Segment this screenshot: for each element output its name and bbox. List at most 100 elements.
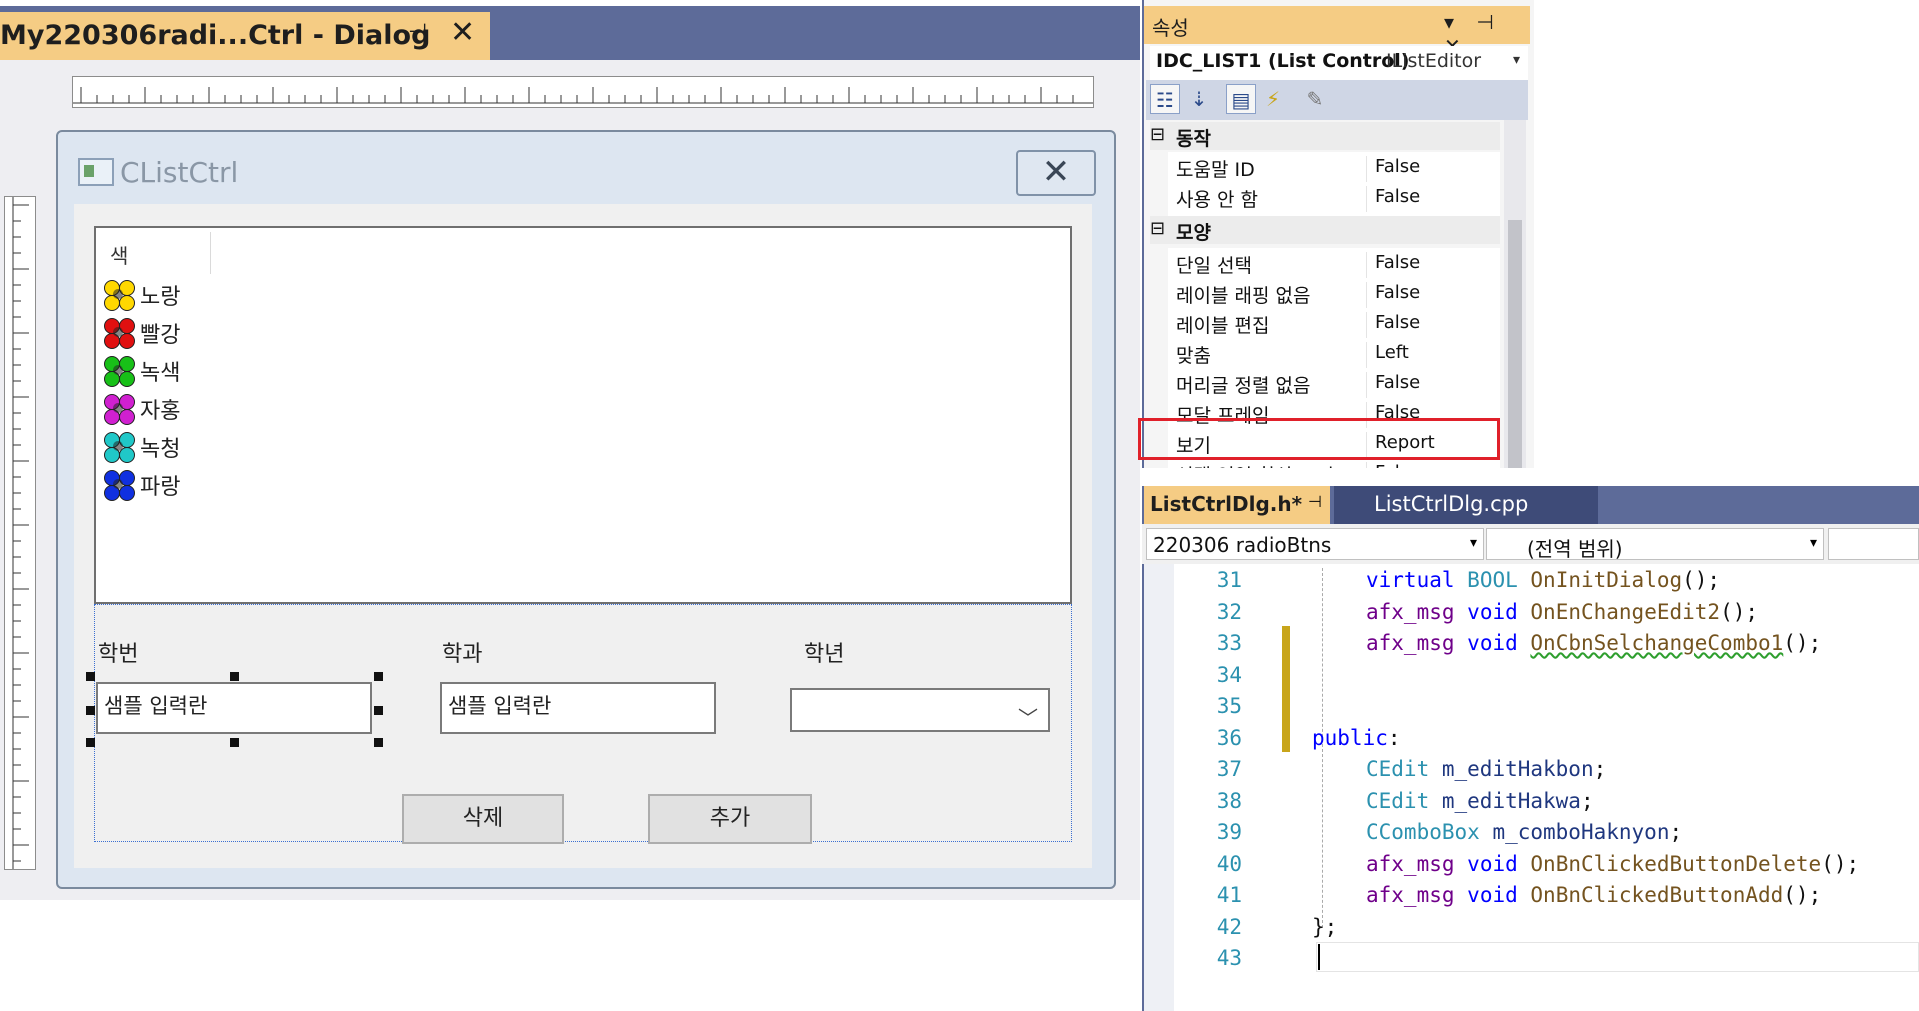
property-category[interactable]: ⊟ 동작 [1150, 122, 1500, 150]
code-line[interactable]: 35 [1176, 692, 1919, 723]
code-line[interactable]: 36 public: [1176, 724, 1919, 755]
chevron-down-icon[interactable]: ﹀ [1018, 702, 1038, 731]
property-row[interactable]: 머리글 정렬 없음 False [1168, 368, 1500, 399]
property-name: 레이블 편집 [1176, 315, 1270, 337]
property-row[interactable]: 맞춤 Left [1168, 338, 1500, 369]
line-number: 31 [1216, 568, 1242, 592]
property-name: 도움말 ID [1176, 159, 1255, 181]
chevron-down-icon[interactable]: ▾ [1513, 52, 1520, 68]
object-type: IListEditor [1386, 50, 1482, 72]
resize-handle[interactable] [374, 738, 383, 747]
property-category-name: 모양 [1176, 222, 1211, 244]
code-line[interactable]: 42}; [1176, 913, 1919, 944]
code-line[interactable]: 31 virtual BOOL OnInitDialog(); [1176, 566, 1919, 597]
designer-document-tab[interactable]: My220306radi...Ctrl - Dialog ⊣ ✕ [0, 12, 490, 60]
property-row[interactable]: 단일 선택 False [1168, 248, 1500, 279]
property-row[interactable]: 레이블 래핑 없음 False [1168, 278, 1500, 309]
line-number: 43 [1216, 946, 1242, 970]
department-edit[interactable]: 샘플 입력란 [440, 682, 716, 734]
properties-title: 속성 [1152, 16, 1189, 40]
property-value[interactable]: False [1366, 156, 1420, 182]
department-label: 학과 [442, 642, 483, 667]
flower-icon [104, 470, 135, 501]
property-value[interactable]: False [1366, 312, 1420, 338]
tab-listctrldlg-cpp[interactable]: ListCtrlDlg.cpp [1334, 486, 1598, 524]
property-row[interactable]: 레이블 편집 False [1168, 308, 1500, 339]
member-dropdown[interactable] [1828, 528, 1919, 560]
code-text: afx_msg void OnBnClickedButtonDelete(); [1366, 851, 1860, 876]
resize-handle[interactable] [86, 706, 95, 715]
line-number: 41 [1216, 883, 1242, 907]
resize-handle[interactable] [374, 706, 383, 715]
scrollbar-thumb[interactable] [1508, 220, 1522, 468]
collapse-icon[interactable]: ⊟ [1150, 124, 1165, 145]
property-value[interactable]: False [1366, 372, 1420, 398]
project-dropdown-value: 220306 radioBtns [1153, 533, 1332, 557]
pin-icon[interactable]: ⊣ [408, 20, 427, 45]
code-line[interactable]: 33 afx_msg void OnCbnSelchangeCombo1(); [1176, 629, 1919, 660]
grade-combobox[interactable]: ﹀ [790, 688, 1050, 732]
resize-handle[interactable] [230, 738, 239, 747]
code-line[interactable]: 39 CComboBox m_comboHaknyon; [1176, 818, 1919, 849]
property-name: 레이블 래핑 없음 [1176, 285, 1311, 307]
line-number: 42 [1216, 914, 1242, 939]
property-row[interactable]: 도움말 ID False [1168, 152, 1500, 183]
tab-label: ListCtrlDlg.cpp [1374, 492, 1529, 516]
pin-icon[interactable]: ⊣ [1308, 492, 1322, 511]
property-value[interactable]: False [1366, 252, 1420, 278]
property-row[interactable]: 사용 안 함 False [1168, 182, 1500, 213]
tab-listctrldlg-h[interactable]: ListCtrlDlg.h* ⊣ ✕ [1144, 486, 1360, 524]
code-line[interactable]: 40 afx_msg void OnBnClickedButtonDelete()… [1176, 850, 1919, 881]
property-value[interactable]: False [1366, 462, 1420, 468]
resize-handle[interactable] [86, 672, 95, 681]
scope-dropdown[interactable]: (전역 범위) ▾ [1486, 528, 1824, 561]
property-category-name: 동작 [1176, 128, 1211, 150]
property-category[interactable]: ⊟ 모양 [1150, 216, 1500, 244]
object-selector[interactable]: IDC_LIST1 (List Control) IListEditor ▾ [1150, 46, 1528, 80]
line-number: 35 [1216, 694, 1242, 718]
property-value[interactable]: Left [1366, 342, 1409, 368]
property-name: 사용 안 함 [1176, 189, 1258, 211]
code-line[interactable]: 32 afx_msg void OnEnChangeEdit2(); [1176, 598, 1919, 629]
code-text: }; [1312, 914, 1338, 939]
property-name: 선택 영역 항상 표시 [1176, 461, 1334, 468]
alphabetical-icon[interactable]: ⇣ [1184, 84, 1214, 114]
line-number: 36 [1216, 725, 1242, 750]
code-line[interactable]: 34 [1176, 661, 1919, 692]
resize-handle[interactable] [374, 672, 383, 681]
properties-toolbar: ☷ ⇣ ▤ ⚡ ✎ [1146, 80, 1528, 120]
highlight-box-view-property [1138, 418, 1500, 460]
chevron-down-icon[interactable]: ▾ [1810, 535, 1817, 551]
editor-gutter [1144, 564, 1174, 1011]
delete-button[interactable]: 삭제 [402, 794, 564, 844]
line-number: 34 [1216, 662, 1242, 687]
events-icon[interactable]: ⚡ [1258, 84, 1288, 114]
collapse-icon[interactable]: ⊟ [1150, 218, 1165, 239]
line-number: 37 [1216, 757, 1242, 781]
code-line[interactable]: 38 CEdit m_editHakwa; [1176, 787, 1919, 818]
list-item[interactable]: 파랑 [104, 468, 180, 502]
tab-label: ListCtrlDlg.h* [1150, 492, 1303, 516]
wrench-icon[interactable]: ✎ [1300, 84, 1330, 114]
text-caret [1318, 944, 1320, 970]
resize-handle[interactable] [230, 672, 239, 681]
property-value[interactable]: False [1366, 282, 1420, 308]
code-line[interactable]: 43 [1176, 944, 1919, 975]
close-icon[interactable]: ✕ [450, 16, 475, 50]
property-name: 단일 선택 [1176, 255, 1252, 277]
code-line[interactable]: 41 afx_msg void OnBnClickedButtonAdd(); [1176, 881, 1919, 912]
categorized-icon[interactable]: ☷ [1150, 84, 1180, 114]
property-name: 맞춤 [1176, 345, 1211, 367]
resize-handle[interactable] [86, 738, 95, 747]
line-number: 33 [1216, 631, 1242, 655]
student-id-edit[interactable]: 샘플 입력란 [96, 682, 372, 734]
property-value[interactable]: False [1366, 186, 1420, 212]
code-text: virtual BOOL OnInitDialog(); [1366, 568, 1721, 592]
chevron-down-icon[interactable]: ▾ [1470, 535, 1477, 551]
properties-icon[interactable]: ▤ [1226, 84, 1256, 114]
add-button[interactable]: 추가 [648, 794, 812, 844]
properties-scrollbar[interactable] [1504, 120, 1526, 468]
code-text: CComboBox m_comboHaknyon; [1366, 820, 1683, 844]
code-line[interactable]: 37 CEdit m_editHakbon; [1176, 755, 1919, 786]
project-dropdown[interactable]: 220306 radioBtns ▾ [1146, 528, 1484, 560]
